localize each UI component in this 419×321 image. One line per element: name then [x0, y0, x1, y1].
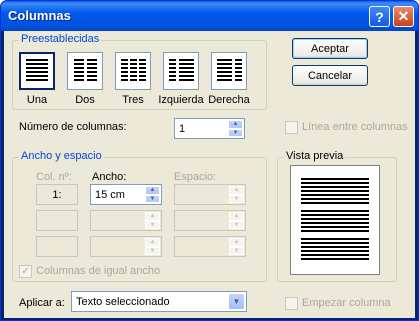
- spin-up-icon: ▲: [229, 238, 244, 247]
- width-spin-buttons-2: ▲ ▼: [145, 212, 160, 229]
- spin-down-icon: ▼: [229, 194, 244, 203]
- ok-button[interactable]: Aceptar: [292, 38, 368, 59]
- preset-right-button[interactable]: [211, 52, 247, 90]
- preview-text-lines: [301, 178, 369, 260]
- dialog-body: Preestablecidas Una Dos Tres Izquierda D…: [4, 31, 415, 318]
- spacing-spin-buttons-3: ▲ ▼: [229, 238, 244, 255]
- close-icon: ✕: [397, 8, 410, 24]
- width-spin-buttons-1[interactable]: ▲ ▼: [145, 186, 160, 203]
- spin-down-icon[interactable]: ▼: [145, 194, 160, 203]
- presets-group-title: Preestablecidas: [19, 33, 102, 45]
- preset-two-button[interactable]: [67, 52, 103, 90]
- col-number-field-1: 1:: [36, 184, 78, 205]
- spacing-spin-buttons-2: ▲ ▼: [229, 212, 244, 229]
- checkmark-icon: ✓: [21, 266, 30, 277]
- columns-dialog: Columnas ? ✕ Preestablecidas Una Dos Tre…: [0, 0, 419, 321]
- apply-to-label: Aplicar a:: [19, 297, 65, 309]
- preview-page: [290, 165, 380, 275]
- width-field-3: ▲ ▼: [90, 236, 162, 257]
- width-field-1[interactable]: 15 cm ▲ ▼: [90, 184, 162, 205]
- num-columns-spinner[interactable]: 1 ▲ ▼: [174, 118, 245, 139]
- apply-to-value[interactable]: Texto seleccionado: [76, 296, 170, 308]
- equal-width-label: Columnas de igual ancho: [36, 265, 161, 277]
- preset-left-button[interactable]: [163, 52, 199, 90]
- three-columns-icon: [121, 59, 146, 81]
- spin-down-icon: ▼: [145, 220, 160, 229]
- spin-up-icon: ▲: [145, 238, 160, 247]
- title-bar[interactable]: Columnas ? ✕: [1, 1, 418, 31]
- width-spin-buttons-3: ▲ ▼: [145, 238, 160, 255]
- preset-one-button[interactable]: [19, 52, 55, 90]
- left-column-icon: [169, 59, 194, 81]
- cancel-button[interactable]: Cancelar: [292, 65, 368, 86]
- dialog-title: Columnas: [8, 8, 71, 23]
- spin-up-icon: ▲: [229, 186, 244, 195]
- right-column-icon: [217, 59, 242, 81]
- equal-width-checkbox: ✓: [19, 265, 32, 278]
- col-number-header: Col. nº:: [36, 171, 72, 183]
- spin-up-icon: ▲: [145, 212, 160, 221]
- two-columns-icon: [74, 59, 97, 81]
- spin-up-icon[interactable]: ▲: [145, 186, 160, 195]
- spacing-header: Espacio:: [174, 171, 217, 183]
- one-column-icon: [26, 59, 48, 81]
- preset-right-label: Derecha: [208, 94, 250, 106]
- width-value-1[interactable]: 15 cm: [95, 189, 125, 201]
- width-header: Ancho:: [92, 171, 127, 183]
- width-field-2: ▲ ▼: [90, 210, 162, 231]
- spin-down-icon: ▼: [229, 246, 244, 255]
- help-button[interactable]: ?: [369, 6, 390, 27]
- preset-three-button[interactable]: [115, 52, 151, 90]
- chevron-down-icon[interactable]: ▼: [228, 293, 245, 310]
- spacing-spin-buttons-1: ▲ ▼: [229, 186, 244, 203]
- spin-down-icon[interactable]: ▼: [228, 128, 243, 137]
- width-spacing-group-title: Ancho y espacio: [19, 150, 104, 162]
- new-column-checkbox[interactable]: [285, 297, 298, 310]
- line-between-label: Línea entre columnas: [302, 121, 408, 133]
- spin-down-icon: ▼: [229, 220, 244, 229]
- line-between-checkbox[interactable]: [285, 121, 298, 134]
- spacing-field-1: ▲ ▼: [174, 184, 246, 205]
- spacing-field-3: ▲ ▼: [174, 236, 246, 257]
- col-number-field-2: [36, 210, 78, 231]
- num-columns-spin-buttons[interactable]: ▲ ▼: [228, 120, 243, 137]
- spin-up-icon: ▲: [229, 212, 244, 221]
- col-number-value-1: 1:: [52, 188, 62, 201]
- num-columns-value[interactable]: 1: [179, 123, 185, 135]
- question-icon: ?: [375, 8, 384, 25]
- col-number-field-3: [36, 236, 78, 257]
- spin-down-icon: ▼: [145, 246, 160, 255]
- preview-group-title: Vista previa: [284, 150, 346, 162]
- num-columns-label: Número de columnas:: [19, 121, 127, 133]
- spin-up-icon[interactable]: ▲: [228, 120, 243, 129]
- spacing-field-2: ▲ ▼: [174, 210, 246, 231]
- apply-to-dropdown[interactable]: Texto seleccionado ▼: [71, 291, 247, 312]
- close-button[interactable]: ✕: [393, 6, 414, 27]
- new-column-label: Empezar columna: [302, 297, 391, 309]
